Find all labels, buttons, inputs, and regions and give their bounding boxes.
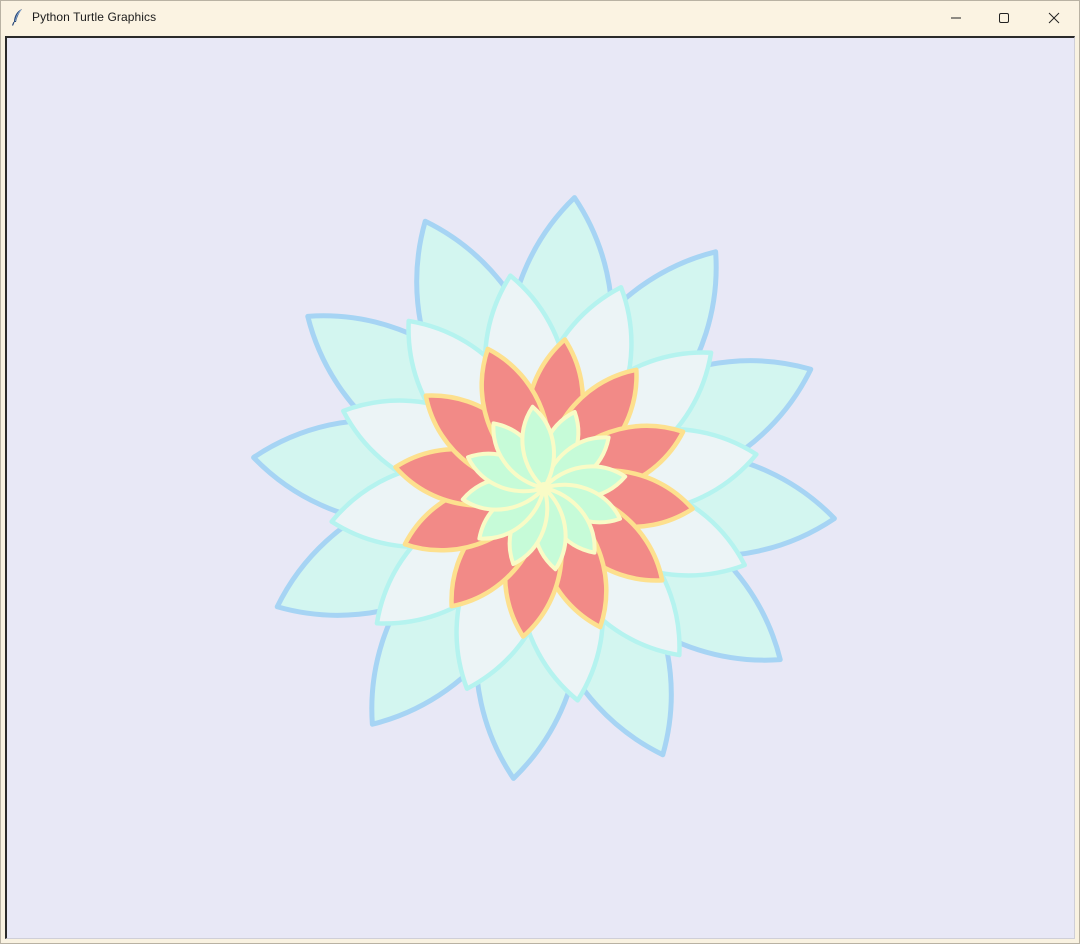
minimize-icon xyxy=(951,17,961,19)
turtle-canvas[interactable] xyxy=(5,36,1075,939)
flower-drawing xyxy=(251,195,837,781)
close-button[interactable] xyxy=(1031,1,1077,35)
minimize-button[interactable] xyxy=(933,1,979,35)
close-icon xyxy=(1048,12,1060,24)
maximize-button[interactable] xyxy=(981,1,1027,35)
window-title: Python Turtle Graphics xyxy=(32,10,157,24)
flower-center-dot xyxy=(538,482,550,494)
title-bar[interactable]: Python Turtle Graphics xyxy=(1,1,1079,35)
maximize-icon xyxy=(999,13,1009,23)
turtle-window: Python Turtle Graphics xyxy=(0,0,1080,944)
feather-icon xyxy=(11,8,25,26)
